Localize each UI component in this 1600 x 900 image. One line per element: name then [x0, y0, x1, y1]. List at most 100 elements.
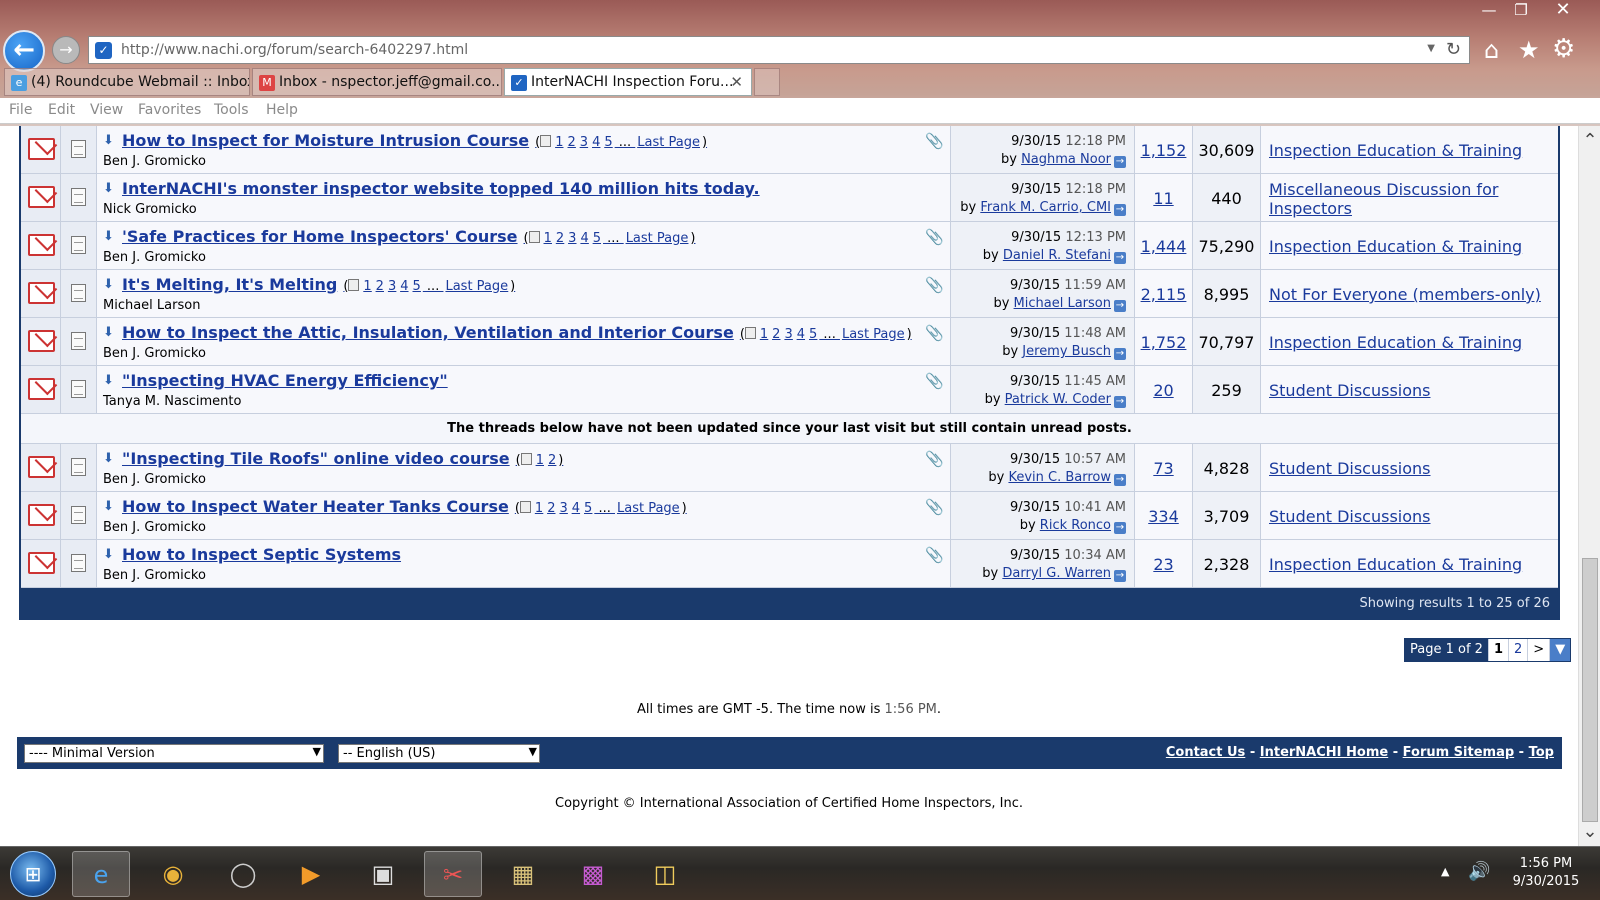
thread-page-link[interactable]: 4 — [572, 501, 580, 516]
volume-icon[interactable]: 🔊 — [1468, 861, 1490, 882]
thread-page-link[interactable]: 1 — [544, 231, 552, 246]
thread-last-page-link[interactable]: Last Page — [445, 279, 508, 294]
goto-last-post-icon[interactable]: → — [1114, 300, 1126, 312]
thread-page-link[interactable]: 2 — [568, 135, 576, 150]
address-url[interactable]: http://www.nachi.org/forum/search-640229… — [121, 42, 468, 58]
thread-page-link[interactable]: 2 — [376, 279, 384, 294]
thread-last-page-link[interactable]: Last Page — [842, 327, 905, 342]
replies-link[interactable]: 23 — [1135, 555, 1192, 574]
favorites-star-icon[interactable]: ★ — [1518, 36, 1540, 64]
thread-page-link[interactable]: 4 — [797, 327, 805, 342]
forum-sitemap-link[interactable]: Forum Sitemap — [1403, 745, 1515, 760]
forum-link[interactable]: Not For Everyone (members-only) — [1269, 285, 1541, 304]
gear-icon[interactable]: ⚙ — [1552, 34, 1575, 64]
replies-link[interactable]: 20 — [1135, 381, 1192, 400]
thread-title-link[interactable]: InterNACHI's monster inspector website t… — [122, 179, 760, 198]
home-icon[interactable]: ⌂ — [1484, 36, 1499, 64]
forum-link[interactable]: Inspection Education & Training — [1269, 333, 1522, 352]
goto-last-post-icon[interactable]: → — [1114, 396, 1126, 408]
thread-page-link[interactable]: 2 — [772, 327, 780, 342]
thread-last-page-link[interactable]: Last Page — [626, 231, 689, 246]
goto-last-post-icon[interactable]: → — [1114, 204, 1126, 216]
refresh-icon[interactable]: ↻ — [1446, 39, 1461, 60]
replies-link[interactable]: 73 — [1135, 459, 1192, 478]
internachi-home-link[interactable]: InterNACHI Home — [1260, 745, 1388, 760]
thread-page-link[interactable]: 2 — [547, 501, 555, 516]
browser-tab-roundcube[interactable]: e (4) Roundcube Webmail :: Inbox — [4, 68, 250, 96]
thread-page-link[interactable]: 5 — [593, 231, 601, 246]
thread-title-link[interactable]: "Inspecting HVAC Energy Efficiency" — [122, 371, 448, 390]
thread-page-link[interactable]: 2 — [556, 231, 564, 246]
address-bar[interactable]: ✓ http://www.nachi.org/forum/search-6402… — [88, 36, 1470, 64]
replies-link[interactable]: 11 — [1135, 189, 1192, 208]
menu-file[interactable]: File — [9, 102, 32, 118]
thread-page-link[interactable]: 1 — [555, 135, 563, 150]
menu-view[interactable]: View — [90, 102, 123, 118]
thread-title-link[interactable]: It's Melting, It's Melting(1 2 3 4 5 ... Las… — [122, 275, 515, 294]
contact-us-link[interactable]: Contact Us — [1166, 745, 1245, 760]
forum-link[interactable]: Inspection Education & Training — [1269, 555, 1522, 574]
first-unread-arrow-icon[interactable]: ⬇ — [103, 500, 116, 513]
page-2-link[interactable]: 2 — [1509, 639, 1529, 661]
minimize-button[interactable]: — — [1474, 0, 1504, 22]
first-unread-arrow-icon[interactable]: ⬇ — [103, 230, 116, 243]
top-link[interactable]: Top — [1529, 745, 1554, 760]
goto-last-post-icon[interactable]: → — [1114, 156, 1126, 168]
first-unread-arrow-icon[interactable]: ⬇ — [103, 374, 116, 387]
thread-title-link[interactable]: How to Inspect the Attic, Insulation, Ve… — [122, 323, 912, 342]
chrome-icon[interactable]: ◉ — [144, 851, 202, 897]
last-poster-link[interactable]: Patrick W. Coder — [1005, 392, 1111, 407]
forum-link[interactable]: Student Discussions — [1269, 381, 1431, 400]
close-window-button[interactable]: ✕ — [1538, 0, 1588, 22]
vertical-scrollbar[interactable]: ⌃ ⌄ — [1578, 126, 1600, 846]
replies-link[interactable]: 334 — [1135, 507, 1192, 526]
thread-page-link[interactable]: 3 — [580, 135, 588, 150]
forum-link[interactable]: Student Discussions — [1269, 459, 1431, 478]
goto-last-post-icon[interactable]: → — [1114, 522, 1126, 534]
thread-last-page-link[interactable]: Last Page — [617, 501, 680, 516]
address-dropdown-icon[interactable]: ▼ — [1427, 43, 1435, 54]
first-unread-arrow-icon[interactable]: ⬇ — [103, 134, 116, 147]
last-poster-link[interactable]: Daniel R. Stefani — [1003, 248, 1111, 263]
media-player-icon[interactable]: ▶ — [282, 851, 340, 897]
thread-page-link[interactable]: 4 — [580, 231, 588, 246]
replies-link[interactable]: 1,152 — [1135, 141, 1192, 160]
last-poster-link[interactable]: Frank M. Carrio, CMI — [980, 200, 1111, 215]
first-unread-arrow-icon[interactable]: ⬇ — [103, 182, 116, 195]
winrar-icon[interactable]: ▩ — [564, 851, 622, 897]
forum-link[interactable]: Inspection Education & Training — [1269, 141, 1522, 160]
first-unread-arrow-icon[interactable]: ⬇ — [103, 452, 116, 465]
browser-tab-internachi[interactable]: ✓ InterNACHI Inspection Foru... ✕ — [504, 68, 752, 96]
back-arrow-icon[interactable]: ← — [3, 30, 45, 72]
folder-icon[interactable]: ◫ — [636, 851, 694, 897]
menu-favorites[interactable]: Favorites — [138, 102, 201, 118]
next-page-link[interactable]: > — [1528, 639, 1551, 661]
menu-edit[interactable]: Edit — [48, 102, 75, 118]
thread-title-link[interactable]: How to Inspect Septic Systems — [122, 545, 401, 564]
goto-last-post-icon[interactable]: → — [1114, 252, 1126, 264]
thread-title-link[interactable]: How to Inspect for Moisture Intrusion Co… — [122, 131, 707, 150]
browser-tab-gmail[interactable]: M Inbox - nspector.jeff@gmail.co... — [252, 68, 502, 96]
thread-page-link[interactable]: 5 — [809, 327, 817, 342]
last-poster-link[interactable]: Rick Ronco — [1040, 518, 1111, 533]
thread-page-link[interactable]: 4 — [400, 279, 408, 294]
goto-last-post-icon[interactable]: → — [1114, 570, 1126, 582]
thread-page-link[interactable]: 1 — [535, 501, 543, 516]
scroll-down-icon[interactable]: ⌄ — [1579, 821, 1600, 842]
thread-page-link[interactable]: 1 — [363, 279, 371, 294]
thread-page-link[interactable]: 4 — [592, 135, 600, 150]
internet-explorer-icon[interactable]: e — [72, 851, 130, 897]
start-button[interactable]: ⊞ — [10, 851, 56, 897]
page-1-link[interactable]: 1 — [1489, 639, 1509, 661]
thread-page-link[interactable]: 1 — [536, 453, 544, 468]
goto-last-post-icon[interactable]: → — [1114, 348, 1126, 360]
last-poster-link[interactable]: Kevin C. Barrow — [1008, 470, 1111, 485]
style-select[interactable]: ---- Minimal Version ▼ — [24, 744, 324, 763]
scanner-icon[interactable]: ▦ — [494, 851, 552, 897]
forum-link[interactable]: Student Discussions — [1269, 507, 1431, 526]
thread-page-link[interactable]: 3 — [568, 231, 576, 246]
thread-title-link[interactable]: "Inspecting Tile Roofs" online video cou… — [122, 449, 563, 468]
goto-last-post-icon[interactable]: → — [1114, 474, 1126, 486]
first-unread-arrow-icon[interactable]: ⬇ — [103, 326, 116, 339]
last-poster-link[interactable]: Darryl G. Warren — [1002, 566, 1111, 581]
